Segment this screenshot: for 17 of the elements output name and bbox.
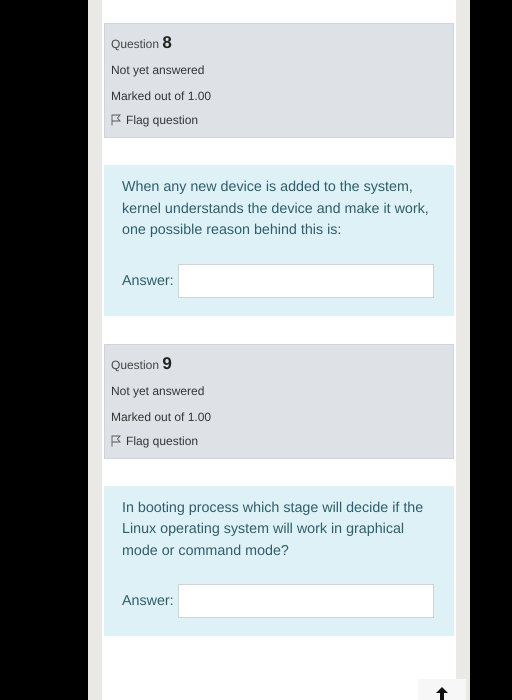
flag-question-button[interactable]: Flag question	[111, 434, 198, 448]
question-number: Question 8	[111, 33, 173, 53]
question-text: In booting process which stage will decide if the Linux operating system will work in graphical mode or command mode?	[122, 498, 424, 560]
flag-icon	[111, 114, 121, 126]
up-arrow-icon	[436, 687, 448, 700]
marks-text: Marked out of 1.00	[111, 408, 212, 426]
flag-icon	[111, 434, 121, 446]
answer-status: Not yet answered	[111, 382, 206, 400]
flag-question-button[interactable]: Flag question	[111, 113, 198, 127]
answer-status: Not yet answered	[111, 62, 206, 79]
answer-field[interactable]	[178, 584, 434, 618]
answer-label: Answer:	[122, 593, 174, 609]
marks-text: Marked out of 1.00	[111, 88, 212, 105]
question-text: When any new device is added to the system, kernel understands the device and make it work, one possible reason behind this is:	[122, 178, 430, 240]
answer-label: Answer:	[122, 272, 174, 288]
answer-field[interactable]	[178, 264, 434, 298]
question-number: Question 9	[111, 354, 173, 374]
